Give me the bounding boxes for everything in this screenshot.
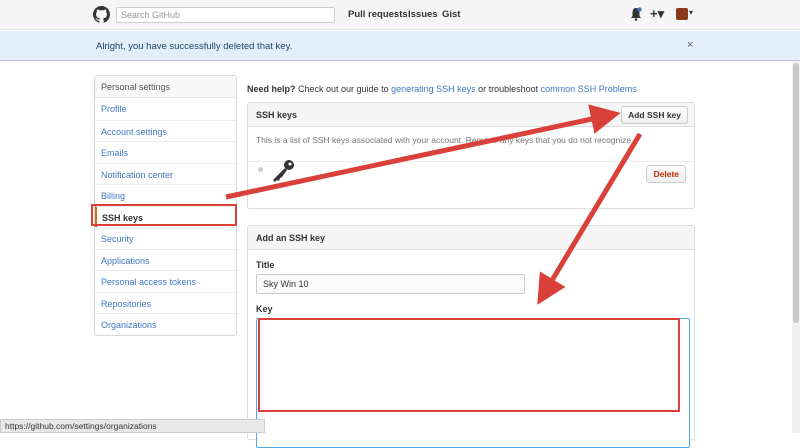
sidebar-item-repositories[interactable]: Repositories [95, 291, 236, 314]
delete-button[interactable]: Delete [646, 165, 686, 183]
sidebar-item-account-settings[interactable]: Account settings [95, 119, 236, 142]
scrollbar[interactable] [792, 61, 800, 433]
ssh-keys-title: SSH keys [256, 110, 298, 120]
nav-issues[interactable]: Issues [408, 9, 438, 20]
key-field-highlight-box [258, 318, 680, 412]
title-field[interactable]: Sky Win 10 [256, 274, 525, 294]
sidebar-highlight-box [91, 204, 237, 226]
sidebar-item-personal-access-tokens[interactable]: Personal access tokens [95, 270, 236, 292]
common-ssh-problems-link[interactable]: common SSH Problems [541, 84, 637, 94]
nav-gist[interactable]: Gist [442, 9, 460, 20]
github-logo-icon[interactable] [93, 6, 110, 23]
key-status-dot [258, 167, 263, 172]
title-label: Title [256, 260, 275, 270]
help-text-1: Check out our guide to [295, 84, 392, 94]
sidebar-item-emails[interactable]: Emails [95, 141, 236, 163]
sidebar-item-applications[interactable]: Applications [95, 248, 236, 271]
help-prefix: Need help? [247, 84, 296, 94]
bell-icon[interactable] [630, 7, 642, 21]
nav-pull-requests[interactable]: Pull requests [348, 9, 408, 20]
plus-icon[interactable]: +▾ [650, 6, 664, 22]
search-input[interactable]: Search GitHub [116, 7, 335, 23]
sidebar-item-organizations[interactable]: Organizations [95, 313, 236, 335]
key-label: Key [256, 304, 273, 314]
browser-status-bar: https://github.com/settings/organization… [0, 419, 265, 433]
ssh-keys-panel: SSH keys Add SSH key This is a list of S… [247, 102, 695, 209]
sidebar-heading: Personal settings [95, 76, 236, 98]
close-icon[interactable]: × [687, 39, 693, 51]
key-icon [273, 160, 294, 182]
sidebar-item-billing[interactable]: Billing [95, 184, 236, 206]
add-key-heading: Add an SSH key [248, 226, 694, 250]
help-text: Need help? Check out our guide to genera… [247, 84, 637, 94]
top-header: Search GitHub Pull requests Issues Gist … [0, 0, 800, 30]
flash-notice: Alright, you have successfully deleted t… [0, 31, 800, 61]
scrollbar-thumb[interactable] [793, 63, 799, 323]
flash-message: Alright, you have successfully deleted t… [96, 41, 293, 52]
generating-ssh-keys-link[interactable]: generating SSH keys [391, 84, 476, 94]
help-text-2: or troubleshoot [475, 84, 541, 94]
sidebar-item-notification-center[interactable]: Notification center [95, 162, 236, 185]
add-ssh-key-button[interactable]: Add SSH key [621, 106, 688, 124]
ssh-keys-description: This is a list of SSH keys associated wi… [248, 127, 694, 162]
sidebar-item-profile[interactable]: Profile [95, 98, 236, 120]
sidebar-item-security[interactable]: Security [95, 227, 236, 249]
avatar[interactable] [676, 8, 688, 20]
chevron-down-icon[interactable]: ▾ [689, 8, 693, 17]
ssh-keys-heading: SSH keys Add SSH key [248, 103, 694, 127]
